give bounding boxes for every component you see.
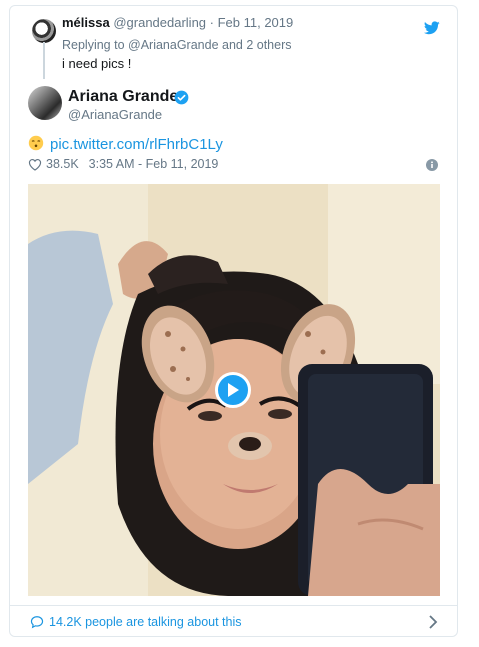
chevron-right-icon[interactable] xyxy=(428,615,438,629)
reply-date[interactable]: Feb 11, 2019 xyxy=(218,15,294,30)
twitter-bird-icon[interactable] xyxy=(424,21,440,35)
tweet-author-handle[interactable]: @ArianaGrande xyxy=(68,107,162,122)
conversation-link[interactable]: 14.2K people are talking about this xyxy=(30,615,242,629)
reply-text: i need pics ! xyxy=(62,56,132,71)
replying-to[interactable]: Replying to @ArianaGrande and 2 others xyxy=(62,38,292,52)
video-play-button[interactable] xyxy=(215,372,251,408)
reply-author-handle[interactable]: @grandedarling xyxy=(113,15,206,30)
play-icon xyxy=(228,383,239,397)
footer-divider xyxy=(10,605,457,606)
emoji-icon xyxy=(28,135,44,151)
tweet-timestamp[interactable]: 3:35 AM - Feb 11, 2019 xyxy=(89,157,219,171)
reply-author-name[interactable]: mélissa xyxy=(62,15,110,30)
info-icon[interactable] xyxy=(426,159,438,171)
reply-avatar[interactable] xyxy=(32,19,56,43)
reply-header: mélissa @grandedarling · Feb 11, 2019 xyxy=(62,15,293,30)
heart-icon[interactable] xyxy=(28,158,42,171)
reply-separator: · xyxy=(206,15,218,30)
verified-badge-icon xyxy=(174,90,189,105)
like-count[interactable]: 38.5K xyxy=(46,157,79,171)
reply-thread-line xyxy=(43,42,45,79)
tweet-author-avatar[interactable] xyxy=(28,86,62,120)
speech-bubble-icon xyxy=(30,616,44,629)
tweet-stats: 38.5K 3:35 AM - Feb 11, 2019 xyxy=(28,157,218,171)
tweet-author-name[interactable]: Ariana Grande xyxy=(68,88,178,106)
tweet-media-link[interactable]: pic.twitter.com/rlFhrbC1Ly xyxy=(50,136,223,153)
talking-count[interactable]: 14.2K people are talking about this xyxy=(49,615,242,629)
